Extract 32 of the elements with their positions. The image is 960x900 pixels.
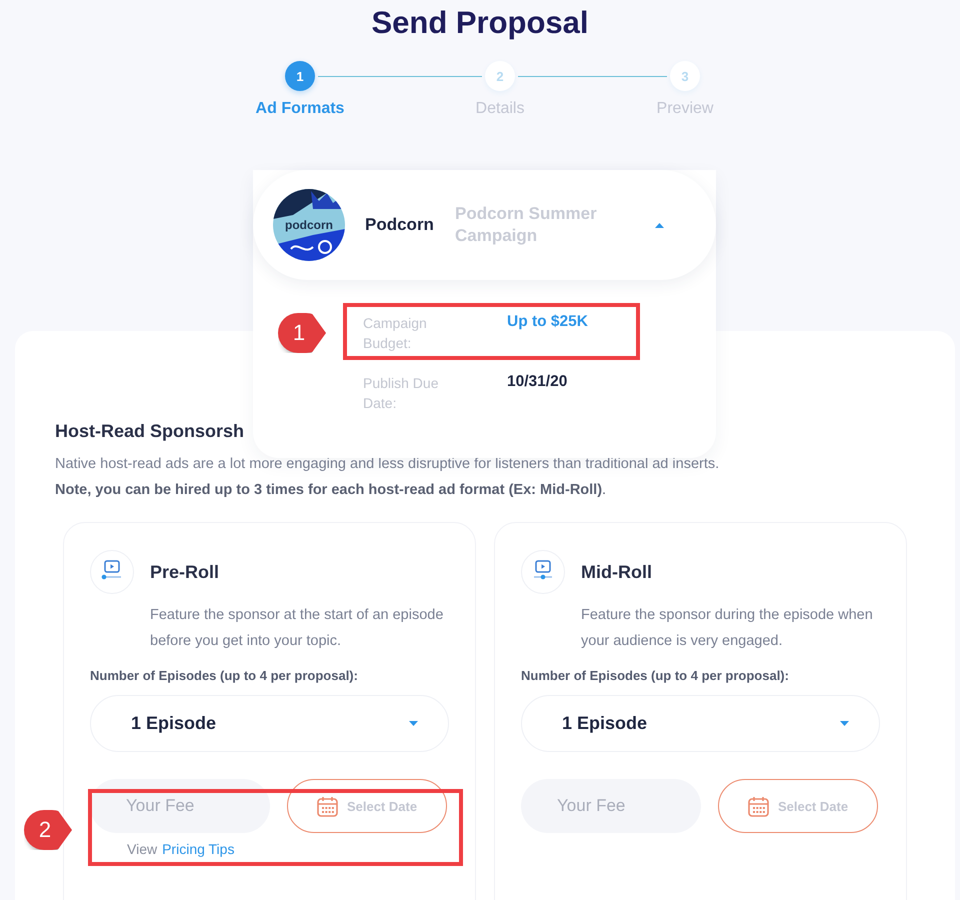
page-title: Send Proposal (370, 4, 590, 41)
pricing-tips-link[interactable]: Pricing Tips (162, 841, 234, 857)
select-date-button[interactable]: Select Date (718, 779, 878, 833)
detail-value: 10/31/20 (507, 373, 568, 392)
brand-name: Podcorn (365, 215, 435, 235)
fee-input[interactable]: Your Fee (521, 779, 701, 833)
step-label[interactable]: Ad Formats (256, 100, 344, 118)
section-heading: Host-Read Sponsorsh (55, 421, 244, 442)
format-description: Feature the sponsor at the start of an episode before you get into your topic. (150, 606, 444, 651)
episodes-select[interactable]: 1 Episode (90, 695, 449, 752)
calendar-icon (316, 796, 338, 816)
episodes-select[interactable]: 1 Episode (521, 695, 880, 752)
calendar-icon (748, 796, 769, 816)
section-description: Native host-read ads are a lot more engaging and less disruptive for listeners than traditional ad inserts. (55, 456, 720, 472)
video-icon (521, 550, 565, 594)
caret-icon (409, 721, 418, 726)
brand-logo: podcorn (273, 189, 345, 261)
step-number[interactable]: 1 (285, 61, 315, 91)
detail-label: Campaign Budget: (363, 314, 428, 353)
fee-input[interactable]: Your Fee (90, 779, 270, 833)
select-date-button[interactable]: Select Date (287, 779, 447, 833)
episodes-label: Number of Episodes (up to 4 per proposal): (521, 668, 790, 683)
detail-value: Up to $25K (507, 313, 589, 332)
format-title: Pre-Roll (150, 562, 220, 582)
detail-label: Publish Due Date: (363, 374, 440, 413)
section-note: Note, you can be hired up to 3 times for each host-read ad format (Ex: Mid-Roll). (55, 482, 608, 498)
format-title: Mid-Roll (581, 562, 652, 582)
video-icon (90, 550, 134, 594)
episodes-label: Number of Episodes (up to 4 per proposal): (90, 668, 359, 683)
format-description: Feature the sponsor during the episode when your audience is very engaged. (581, 606, 874, 651)
caret-icon (840, 721, 849, 726)
link-prefix: View (127, 841, 158, 857)
